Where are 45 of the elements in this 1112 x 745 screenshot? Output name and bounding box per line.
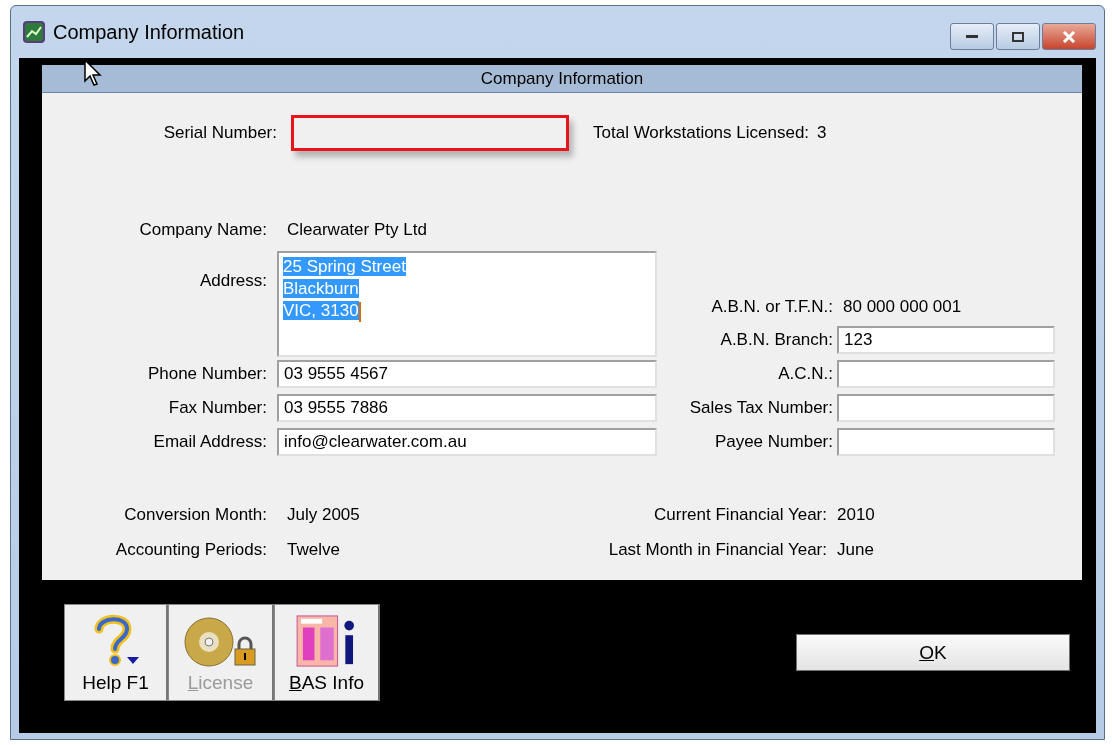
text-field[interactable]: [837, 360, 1055, 388]
field-label: Fax Number:: [168, 398, 267, 418]
close-button[interactable]: [1042, 23, 1096, 50]
field-value: 2010: [837, 504, 875, 525]
field-label: A.B.N. Branch:: [720, 330, 833, 350]
field-label: Last Month in Financial Year:: [608, 539, 827, 560]
field-value: June: [837, 539, 874, 560]
field-label: Address:: [199, 271, 267, 291]
field-label: A.B.N. or T.F.N.:: [711, 297, 833, 317]
field-label: Serial Number:: [163, 123, 277, 143]
field-value: Clearwater Pty Ltd: [287, 220, 427, 240]
field-value: July 2005: [287, 504, 360, 525]
field-label: Total Workstations Licensed:: [593, 123, 810, 143]
close-icon: [1062, 30, 1076, 43]
disc-padlock-icon: [182, 616, 259, 668]
minimize-button[interactable]: [950, 23, 994, 50]
toolbar-button[interactable]: BAS Info: [274, 604, 380, 701]
serial-number-field[interactable]: [291, 115, 569, 151]
field-label: Payee Number:: [714, 432, 833, 452]
chart-app-icon: [23, 21, 45, 43]
field-label: Current Financial Year:: [654, 504, 827, 525]
minimize-icon: [966, 34, 978, 39]
field-value: 3: [817, 123, 827, 143]
text-field[interactable]: 123: [837, 326, 1055, 354]
text-field[interactable]: [837, 394, 1055, 422]
field-label: Email Address:: [153, 432, 267, 452]
field-label: Conversion Month:: [124, 504, 267, 525]
ok-button[interactable]: OK: [796, 634, 1070, 671]
text-field[interactable]: [837, 428, 1055, 456]
text-field[interactable]: 03 9555 7886: [277, 394, 657, 422]
field-label: Phone Number:: [147, 364, 267, 384]
panel-header: Company Information: [42, 65, 1082, 93]
field-label: A.C.N.:: [778, 364, 833, 384]
field-label: Accounting Periods:: [115, 539, 267, 560]
field-value: Twelve: [287, 539, 340, 560]
window-title: Company Information: [53, 20, 246, 44]
text-field[interactable]: 03 9555 4567: [277, 360, 657, 388]
field-label: Sales Tax Number:: [689, 398, 833, 418]
maximize-button[interactable]: [996, 23, 1040, 50]
maximize-icon: [1012, 31, 1024, 42]
question-mark-icon: [92, 614, 139, 668]
field-label: Company Name:: [139, 220, 267, 240]
field-value: 80 000 000 001: [843, 297, 962, 317]
toolbar-button[interactable]: Help F1: [64, 604, 168, 701]
text-field[interactable]: info@clearwater.com.au: [277, 428, 657, 456]
